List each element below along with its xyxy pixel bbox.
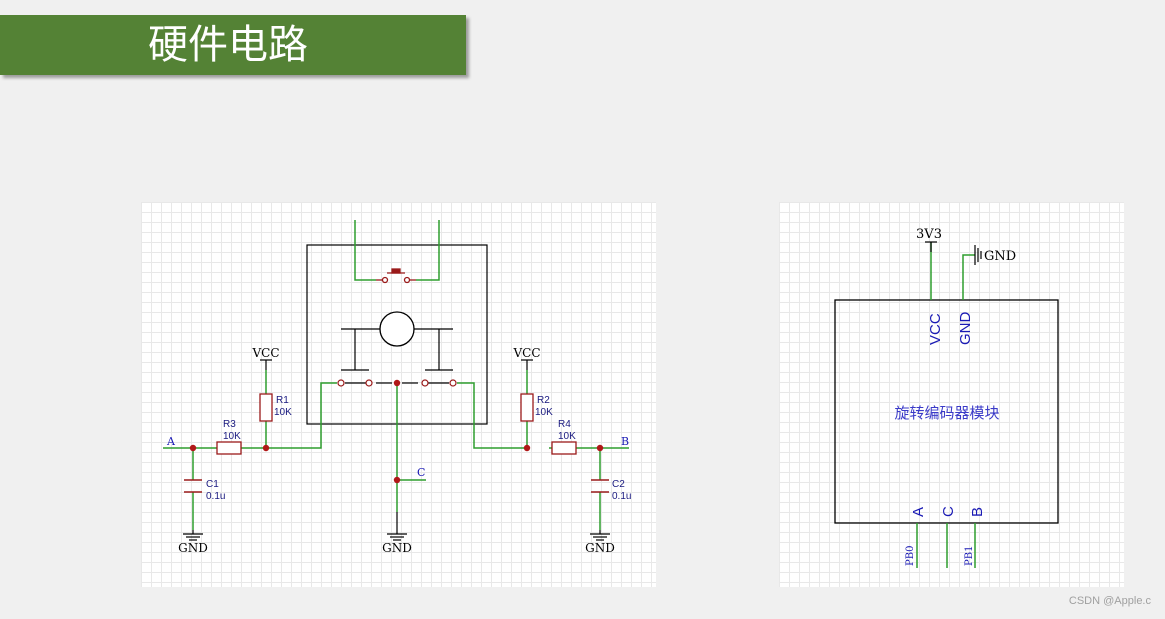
- r2-ref-label: R2: [537, 395, 550, 406]
- ground-symbols: [183, 512, 610, 541]
- c1-value-label: 0.1u: [206, 491, 225, 502]
- gnd-net-label: GND: [984, 249, 1016, 264]
- r3-ref-label: R3: [223, 419, 236, 430]
- schematic-canvas: VCC VCC R1 10K R2 10K R3 10K R4 10K C1 0…: [163, 220, 631, 555]
- r4-value-label: 10K: [558, 431, 576, 442]
- push-switch: [376, 268, 416, 284]
- resistor-r4: [551, 441, 577, 455]
- net-pb1-label: PB1: [964, 546, 975, 566]
- power-symbol: [925, 241, 937, 252]
- r1-value-label: 10K: [274, 407, 292, 418]
- net-a-label: A: [166, 435, 176, 448]
- gnd-symbol: [974, 245, 982, 265]
- gnd-center-label: GND: [382, 541, 412, 555]
- pin-c-label: C: [940, 506, 957, 517]
- c2-ref-label: C2: [612, 479, 625, 490]
- pin-a-label: A: [910, 507, 927, 517]
- power-3v3-label: 3V3: [916, 227, 942, 242]
- title-banner: 硬件电路: [0, 15, 466, 75]
- vcc-right-label: VCC: [512, 346, 540, 360]
- resistor-r2: [520, 393, 534, 422]
- net-pb0-label: PB0: [905, 546, 916, 566]
- watermark: CSDN @Apple.c: [1068, 595, 1151, 607]
- vcc-symbols: [260, 359, 533, 370]
- module-canvas: 3V3 GND VCC GND 旋转编码器模块 A C B PB0 PB1: [834, 227, 1059, 568]
- resistor-r1: [259, 393, 273, 422]
- pin-vcc-label: VCC: [927, 313, 944, 345]
- r3-value-label: 10K: [223, 431, 241, 442]
- net-b-label: B: [621, 435, 629, 448]
- gnd-left-label: GND: [178, 541, 208, 555]
- resistor-r3: [216, 441, 242, 455]
- r2-value-label: 10K: [535, 407, 553, 418]
- page-title: 硬件电路: [148, 22, 308, 68]
- c2-value-label: 0.1u: [612, 491, 631, 502]
- gnd-right-label: GND: [585, 541, 615, 555]
- encoder-circuit-schematic: VCC VCC R1 10K R2 10K R3 10K R4 10K C1 0…: [141, 202, 656, 587]
- net-c-label: C: [417, 466, 425, 479]
- module-name-label: 旋转编码器模块: [894, 404, 999, 422]
- encoder-module-schematic: 3V3 GND VCC GND 旋转编码器模块 A C B PB0 PB1: [779, 202, 1124, 587]
- pin-b-label: B: [969, 507, 986, 517]
- pin-gnd-label: GND: [957, 312, 974, 346]
- encoder-knob: [379, 311, 415, 347]
- r4-ref-label: R4: [558, 419, 571, 430]
- c1-ref-label: C1: [206, 479, 219, 490]
- r1-ref-label: R1: [276, 395, 289, 406]
- vcc-left-label: VCC: [251, 346, 279, 360]
